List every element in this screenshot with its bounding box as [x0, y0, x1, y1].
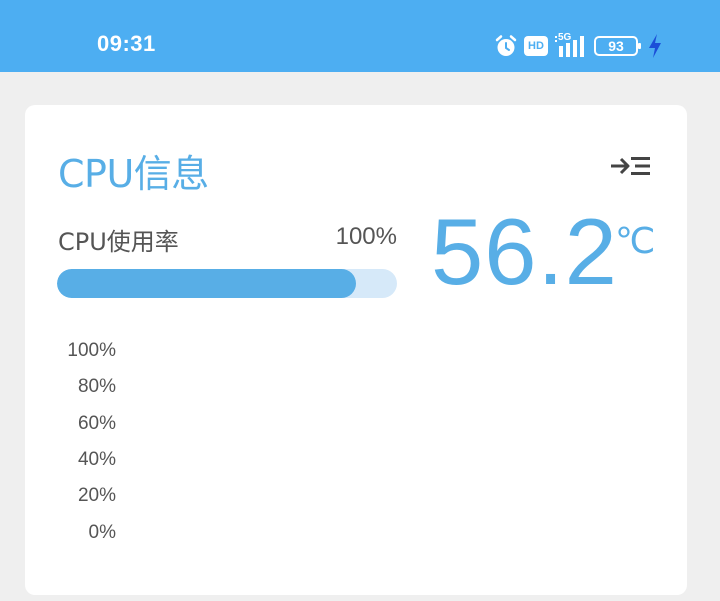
card-title: CPU信息	[58, 152, 209, 196]
collapse-menu-button[interactable]	[609, 152, 653, 180]
y-tick-label: 20%	[77, 485, 116, 507]
alarm-icon	[494, 34, 518, 58]
y-tick-label: 0%	[88, 521, 116, 543]
battery-icon: 93	[594, 36, 642, 56]
y-tick-label: 100%	[67, 340, 116, 361]
cpu-temperature-unit: ℃	[615, 220, 656, 261]
cpu-usage-progress-bar	[57, 269, 397, 298]
cpu-usage-value: 100%	[335, 223, 397, 250]
charging-icon	[648, 34, 662, 58]
signal-icon: 5G	[554, 33, 588, 59]
status-bar: 09:31 HD 5G 93	[0, 0, 720, 72]
cpu-usage-chart: 100% 80% 60% 40% 20% 0%	[25, 335, 687, 550]
cpu-usage-progress-fill	[57, 269, 357, 298]
battery-level: 93	[608, 38, 624, 54]
status-time: 09:31	[97, 31, 156, 56]
y-tick-label: 60%	[77, 412, 116, 434]
y-tick-label: 80%	[77, 376, 116, 398]
hd-label: HD	[528, 40, 544, 52]
cpu-info-card: CPU信息 CPU使用率 100% 56.2 ℃ 100% 80% 60% 40% 20…	[25, 105, 687, 595]
collapse-menu-icon	[609, 157, 653, 184]
status-icons: HD 5G 93	[494, 33, 662, 59]
hd-icon: HD	[524, 36, 548, 56]
y-tick-label: 40%	[77, 448, 116, 470]
cpu-usage-label: CPU使用率	[58, 228, 179, 256]
cpu-temperature-value: 56.2	[431, 199, 618, 304]
